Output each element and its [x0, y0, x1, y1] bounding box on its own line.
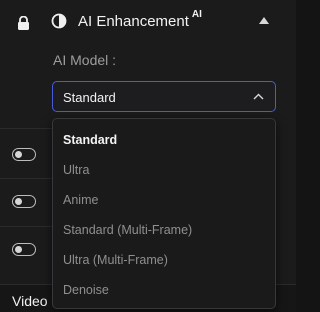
ai-model-select[interactable]: Standard [52, 81, 276, 112]
section-title-text: AI Enhancement [78, 13, 189, 30]
contrast-icon [51, 13, 67, 29]
toggle-knob [15, 197, 22, 205]
toggle-switch-2[interactable] [12, 195, 36, 208]
toggle-knob [15, 150, 22, 158]
row-divider [0, 178, 60, 179]
model-option-denoise[interactable]: Denoise [53, 275, 275, 305]
model-option-ultra[interactable]: Ultra [53, 155, 275, 185]
model-option-ultra-multi-frame[interactable]: Ultra (Multi-Frame) [53, 245, 275, 275]
collapse-triangle-icon[interactable] [259, 17, 269, 24]
model-option-standard[interactable]: Standard [53, 125, 275, 155]
ai-model-dropdown-menu: Standard Ultra Anime Standard (Multi-Fra… [52, 118, 276, 309]
lock-icon[interactable] [17, 16, 30, 30]
ai-model-label: AI Model : [53, 52, 117, 68]
toggle-knob [15, 245, 22, 253]
ai-enhancement-panel: AI Enhancement AI AI Model : Standard Vid… [0, 0, 296, 312]
toggle-switch-3[interactable] [12, 243, 36, 256]
ai-model-selected-value: Standard [63, 90, 116, 105]
row-divider [0, 226, 60, 227]
toggle-switch-1[interactable] [12, 148, 36, 161]
row-divider [0, 128, 60, 129]
option-toggles-column [0, 118, 60, 276]
video-settings-title: Video Settings [12, 293, 57, 309]
chevron-up-icon [253, 93, 264, 100]
ai-badge: AI [191, 9, 202, 20]
model-option-standard-multi-frame[interactable]: Standard (Multi-Frame) [53, 215, 275, 245]
model-option-anime[interactable]: Anime [53, 185, 275, 215]
section-title: AI Enhancement AI [78, 9, 202, 30]
